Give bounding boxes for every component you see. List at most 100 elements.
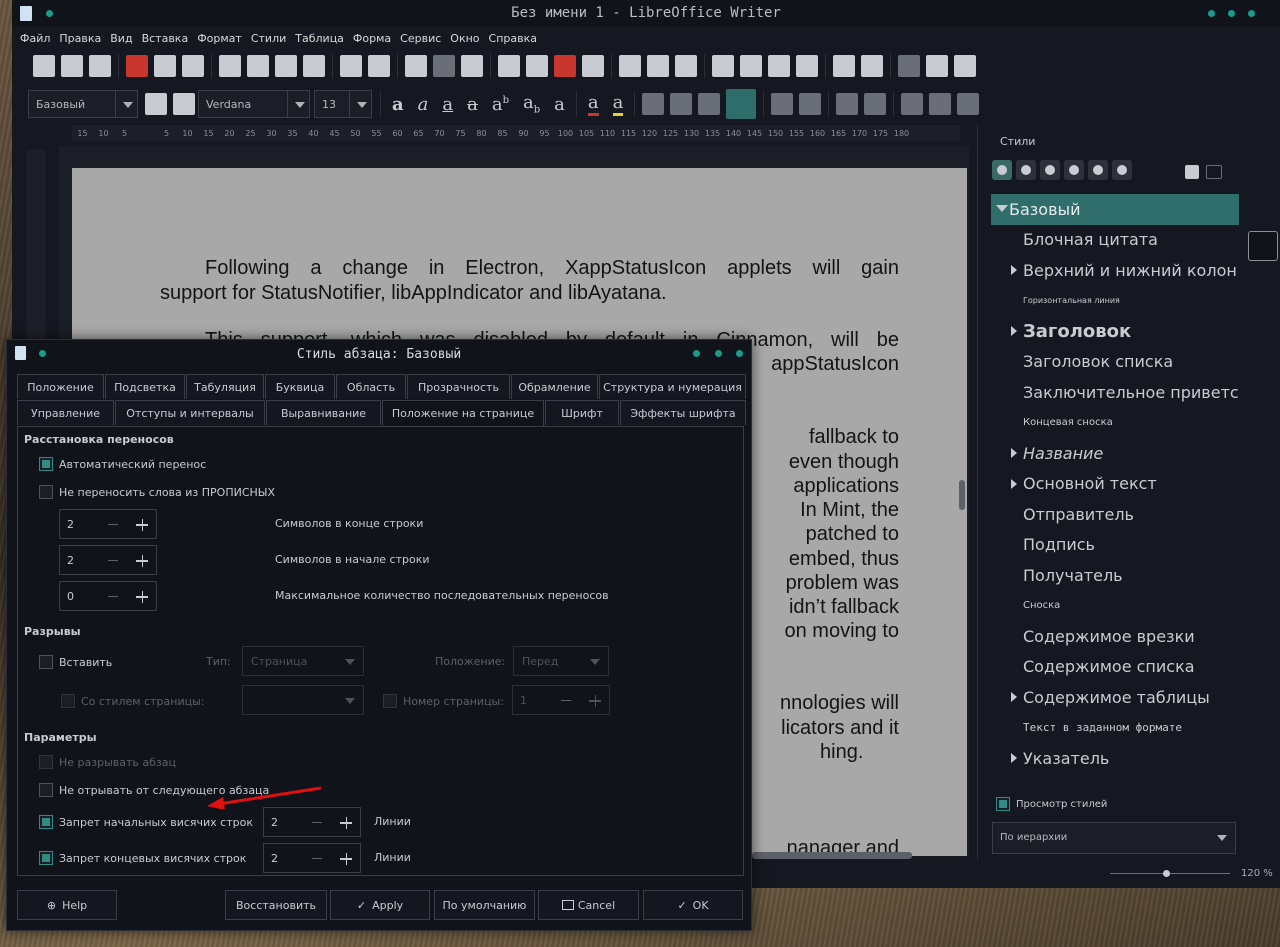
style-item[interactable]: Базовый [991, 194, 1239, 225]
style-item[interactable]: Указатель [991, 743, 1239, 774]
style-item[interactable]: Содержимое врезки [991, 621, 1239, 652]
cross-reference-icon[interactable] [796, 55, 818, 77]
style-item[interactable]: Верхний и нижний колон [991, 255, 1239, 286]
close-icon[interactable] [1248, 10, 1255, 17]
style-item[interactable]: Заключительное приветс [991, 377, 1239, 408]
orphan-lines-spinner[interactable]: 2 [263, 807, 361, 837]
style-item[interactable]: Концевая сноска [991, 408, 1239, 439]
chars-line-end-spinner[interactable]: 2 [59, 509, 157, 539]
table-styles-icon[interactable] [1112, 160, 1132, 180]
bookmark-icon[interactable] [768, 55, 790, 77]
tab-font-effects[interactable]: Эффекты шрифта [620, 400, 746, 425]
auto-hyphenation-checkbox[interactable]: Автоматический перенос [39, 457, 206, 471]
menu-form[interactable]: Форма [353, 32, 391, 45]
tab-font[interactable]: Шрифт [545, 400, 619, 425]
widow-control-checkbox[interactable]: Запрет концевых висячих строк [39, 851, 246, 865]
menu-insert[interactable]: Вставка [142, 32, 189, 45]
strikethrough-icon[interactable]: a [467, 94, 478, 115]
break-type-select[interactable]: Страница [242, 646, 364, 676]
bullet-list-icon[interactable] [771, 93, 794, 115]
style-item[interactable]: Содержимое списка [991, 652, 1239, 683]
numbered-list-icon[interactable] [799, 93, 822, 115]
tab-borders[interactable]: Обрамление [511, 374, 598, 399]
tab-text-flow[interactable]: Положение на странице [382, 400, 544, 426]
tab-dropcaps[interactable]: Буквица [265, 374, 335, 399]
menu-format[interactable]: Формат [197, 32, 242, 45]
decrease-indent-icon[interactable] [864, 93, 887, 115]
tab-organizer[interactable]: Управление [17, 400, 114, 425]
chars-line-begin-spinner[interactable]: 2 [59, 545, 157, 575]
menu-edit[interactable]: Правка [59, 32, 101, 45]
justify-icon[interactable] [726, 89, 757, 119]
horizontal-ruler[interactable]: 15 10 5 5 10 15 20 25 30 35 40 45 50 55 … [72, 125, 960, 141]
page-style-select[interactable] [242, 685, 364, 715]
maximize-icon[interactable] [1228, 10, 1235, 17]
ok-button[interactable]: ✓ OK [643, 890, 743, 920]
minimize-icon[interactable] [1208, 10, 1215, 17]
redo-icon[interactable] [368, 55, 390, 77]
italic-icon[interactable]: a [418, 94, 429, 115]
track-changes-icon[interactable] [861, 55, 883, 77]
tab-highlight[interactable]: Подсветка [105, 374, 185, 399]
menu-file[interactable]: Файл [20, 32, 50, 45]
decrease-spacing-icon[interactable] [957, 93, 980, 115]
align-left-icon[interactable] [642, 93, 665, 115]
hyperlink-icon[interactable] [712, 55, 734, 77]
tab-indents-spacing[interactable]: Отступы и интервалы [115, 400, 265, 425]
spellcheck-icon[interactable] [433, 55, 455, 77]
print-preview-icon[interactable] [182, 55, 204, 77]
style-actions-icon[interactable] [1206, 165, 1222, 179]
align-right-icon[interactable] [698, 93, 721, 115]
page-number-spinner[interactable]: 1 [512, 685, 610, 715]
paragraph-styles-icon[interactable] [992, 160, 1012, 180]
widow-lines-spinner[interactable]: 2 [263, 843, 361, 873]
menu-tools[interactable]: Сервис [400, 32, 441, 45]
increase-indent-icon[interactable] [836, 93, 859, 115]
export-pdf-icon[interactable] [126, 55, 148, 77]
menu-view[interactable]: Вид [110, 32, 132, 45]
preview-styles-checkbox[interactable]: Просмотр стилей [996, 797, 1107, 811]
tab-alignment[interactable]: Выравнивание [266, 400, 381, 425]
style-item[interactable]: Блочная цитата [991, 225, 1239, 256]
insert-textbox-icon[interactable] [582, 55, 604, 77]
paste-icon[interactable] [275, 55, 297, 77]
dialog-close-icon[interactable] [736, 350, 743, 357]
vertical-scrollbar[interactable] [959, 480, 965, 510]
save-icon[interactable] [89, 55, 111, 77]
page-styles-icon[interactable] [1064, 160, 1084, 180]
style-filter-select[interactable]: По иерархии [992, 822, 1236, 854]
style-item[interactable]: Содержимое таблицы [991, 682, 1239, 713]
zoom-slider[interactable] [1110, 873, 1230, 874]
apply-button[interactable]: ✓ Apply [330, 890, 430, 920]
open-icon[interactable] [61, 55, 83, 77]
with-page-style-checkbox[interactable]: Со стилем страницы: [61, 694, 205, 708]
sidebar-deck-button[interactable] [1248, 231, 1278, 261]
reset-button[interactable]: Восстановить [225, 890, 327, 920]
dialog-minimize-icon[interactable] [693, 350, 700, 357]
clear-formatting-icon[interactable]: a [554, 94, 565, 115]
frame-styles-icon[interactable] [1040, 160, 1060, 180]
style-item[interactable]: Получатель [991, 560, 1239, 591]
tab-transparency[interactable]: Прозрачность [407, 374, 510, 399]
new-document-icon[interactable] [33, 55, 55, 77]
copy-icon[interactable] [247, 55, 269, 77]
cut-icon[interactable] [219, 55, 241, 77]
menu-table[interactable]: Таблица [295, 32, 344, 45]
tab-tabs[interactable]: Табуляция [186, 374, 264, 399]
style-item[interactable]: Сноска [991, 591, 1239, 622]
formatting-marks-icon[interactable] [461, 55, 483, 77]
break-position-select[interactable]: Перед [513, 646, 609, 676]
highlight-icon[interactable]: a [612, 92, 624, 116]
insert-table-icon[interactable] [498, 55, 520, 77]
menu-styles[interactable]: Стили [251, 32, 286, 45]
fill-format-icon[interactable] [1185, 165, 1199, 179]
print-icon[interactable] [154, 55, 176, 77]
line-icon[interactable] [898, 55, 920, 77]
dont-split-checkbox[interactable]: Не разрывать абзац [39, 755, 176, 769]
new-style-icon[interactable] [173, 93, 195, 115]
tab-position[interactable]: Положение [17, 374, 104, 399]
style-item[interactable]: Заголовок списка [991, 347, 1239, 378]
subscript-icon[interactable]: ab [523, 92, 540, 116]
footnote-icon[interactable] [740, 55, 762, 77]
menu-window[interactable]: Окно [450, 32, 479, 45]
